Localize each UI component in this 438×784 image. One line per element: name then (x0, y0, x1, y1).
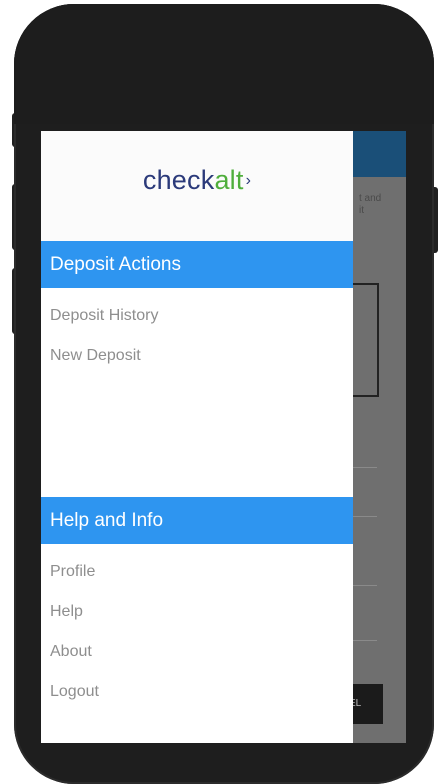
phone-bezel-top (14, 4, 434, 124)
background-input-field (353, 585, 377, 641)
menu-item-profile[interactable]: Profile (50, 563, 95, 581)
background-input-field (353, 467, 377, 517)
menu-item-help[interactable]: Help (50, 603, 83, 621)
logo-text-alt: alt (214, 165, 244, 195)
logo-text-check: check (142, 165, 215, 195)
checkalt-logo: checkalt › (41, 165, 353, 196)
drawer-logo-area: checkalt › (41, 131, 353, 241)
phone-screen: t and it EL checkalt › Deposit Actions De… (41, 131, 406, 743)
section-header-help-and-info: Help and Info (41, 497, 353, 544)
menu-item-logout[interactable]: Logout (50, 683, 99, 701)
menu-item-new-deposit[interactable]: New Deposit (50, 347, 141, 365)
section-header-deposit-actions: Deposit Actions (41, 241, 353, 288)
menu-item-about[interactable]: About (50, 643, 92, 661)
menu-item-deposit-history[interactable]: Deposit History (50, 307, 158, 325)
background-hint-text: t and it (359, 193, 382, 216)
navigation-drawer: checkalt › Deposit Actions Deposit Histor… (41, 131, 353, 743)
logo-chevron-icon: › (245, 172, 252, 189)
